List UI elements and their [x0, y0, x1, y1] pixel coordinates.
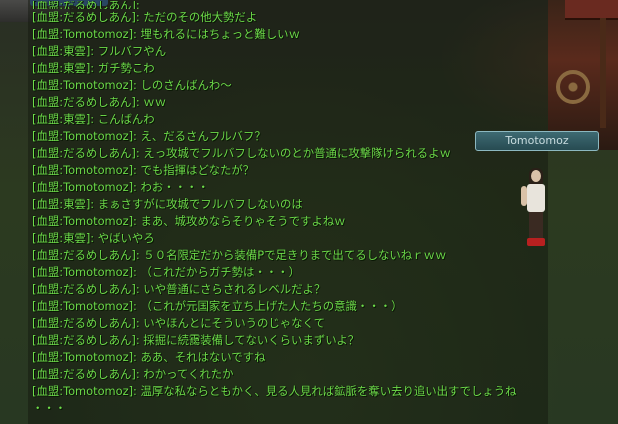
- chat-line: [血盟:だるめしあん]:: [32, 1, 140, 9]
- player-character[interactable]: [520, 168, 552, 248]
- chat-line: [血盟:だるめしあん]: 採掘に続靄装備してないくらいまずいよ？: [32, 333, 360, 347]
- chat-line: [血盟:Tomotomoz]: まあ、城攻めならそりゃそうですよねｗ: [32, 214, 346, 228]
- player-nameplate[interactable]: Tomotomoz: [475, 131, 599, 151]
- character-head: [531, 170, 541, 182]
- chat-line: [血盟:だるめしあん]: いや普通にさらされるレベルだよ？: [32, 282, 326, 296]
- chat-line: [血盟:東雲]: まぁさすがに攻城でフルバフしないのは: [32, 197, 303, 211]
- chat-line: ・・・: [32, 401, 67, 415]
- chat-line: [血盟:だるめしあん]: ｗｗ: [32, 95, 167, 109]
- wooden-post: [600, 18, 606, 128]
- chat-line: [血盟:Tomotomoz]: 温厚な私ならともかく、見る人見れば鉱脈を奪い去り…: [32, 384, 517, 398]
- building-roof: [565, 0, 618, 20]
- chat-line: [血盟:Tomotomoz]: （これが元国家を立ち上げた人たちの意識・・・）: [32, 299, 403, 313]
- chat-line: [血盟:Tomotomoz]: しのさんばんわ～: [32, 78, 232, 92]
- chat-line: [血盟:Tomotomoz]: 埋もれるにはちょっと難しいｗ: [32, 27, 300, 41]
- chat-line: [血盟:東雲]: こんばんわ: [32, 112, 155, 126]
- chat-line: [血盟:Tomotomoz]: わお・・・・: [32, 180, 209, 194]
- chat-line: [血盟:Tomotomoz]: ああ、それはないですね: [32, 350, 266, 364]
- chat-line: [血盟:Tomotomoz]: （これだからガチ勢は・・・）: [32, 265, 300, 279]
- character-body: [527, 184, 545, 212]
- chat-line: [血盟:だるめしあん]: わかってくれたか: [32, 367, 234, 381]
- character-boots: [527, 238, 545, 246]
- chat-line: [血盟:だるめしあん]: いやほんとにそういうのじゃなくて: [32, 316, 325, 330]
- chat-line: [血盟:東雲]: やばいやろ: [32, 231, 155, 245]
- chat-line: [血盟:だるめしあん]: ただのその他大勢だよ: [32, 10, 258, 24]
- chat-line: [血盟:Tomotomoz]: でも指揮はどなたが？: [32, 163, 255, 177]
- chat-log: [血盟:だるめしあん]: [血盟:だるめしあん]: ただのその他大勢だよ [血盟…: [32, 1, 562, 417]
- chat-line: [血盟:東雲]: フルバフやん: [32, 44, 167, 58]
- chat-line: [血盟:東雲]: ガチ勢こわ: [32, 61, 155, 75]
- chat-line: [血盟:だるめしあん]: ５０名限定だから装備Pで足きりまで出てるしないねｒｗｗ: [32, 248, 447, 262]
